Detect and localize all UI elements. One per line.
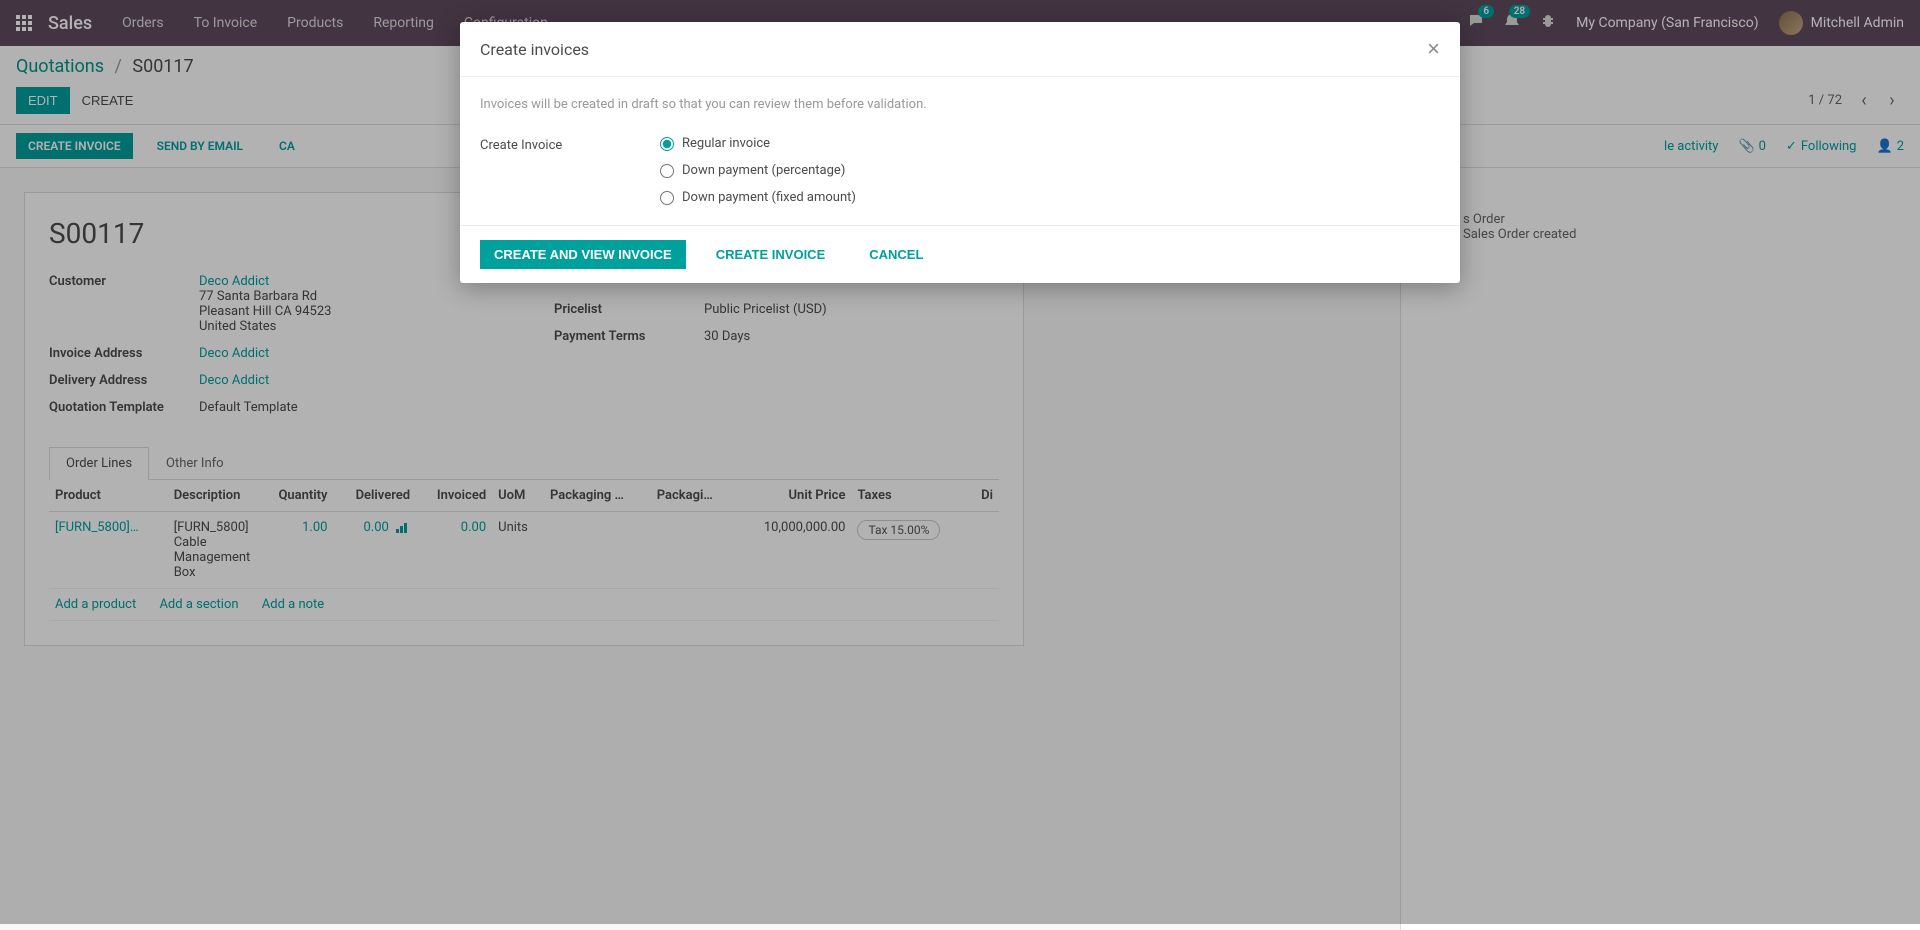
radio-down-payment-fixed[interactable]: Down payment (fixed amount) <box>660 190 856 205</box>
modal-close-button[interactable]: × <box>1427 38 1440 60</box>
create-and-view-invoice-button[interactable]: Create and View Invoice <box>480 240 686 269</box>
create-invoice-modal-button[interactable]: Create Invoice <box>702 240 840 269</box>
create-invoice-label: Create Invoice <box>480 136 600 153</box>
radio-regular-input[interactable] <box>660 137 674 151</box>
radio-down-pct-input[interactable] <box>660 164 674 178</box>
radio-regular-invoice[interactable]: Regular invoice <box>660 136 856 151</box>
radio-down-fixed-input[interactable] <box>660 191 674 205</box>
modal-hint: Invoices will be created in draft so tha… <box>480 97 1440 112</box>
radio-down-payment-percentage[interactable]: Down payment (percentage) <box>660 163 856 178</box>
modal-title: Create invoices <box>480 40 589 59</box>
cancel-modal-button[interactable]: Cancel <box>855 240 937 269</box>
invoice-method-radio-group: Regular invoice Down payment (percentage… <box>660 136 856 205</box>
create-invoices-modal: Create invoices × Invoices will be creat… <box>460 22 1460 283</box>
